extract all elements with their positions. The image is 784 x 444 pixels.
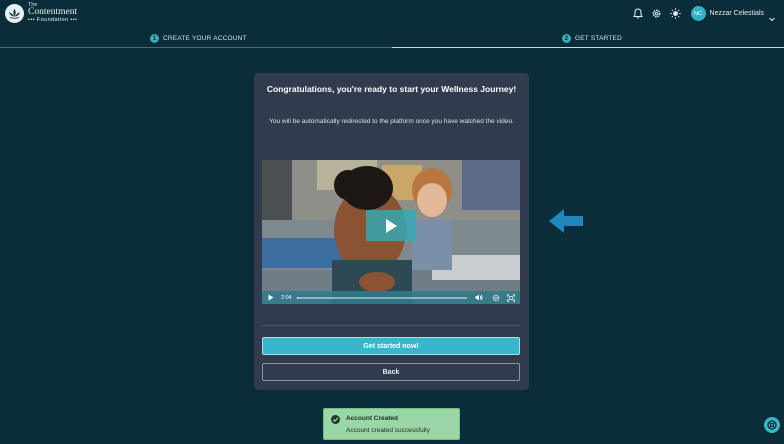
top-bar: The Contentment ••• Foundation ••• NC Ne… (0, 0, 784, 30)
video-controls: 2:04 (262, 291, 520, 304)
gear-icon[interactable] (651, 8, 663, 20)
toast-title: Account Created (346, 415, 399, 422)
card-title: Congratulations, you're ready to start y… (266, 84, 517, 94)
back-button[interactable]: Back (262, 363, 520, 381)
success-toast: Account Created Account created successf… (323, 408, 460, 440)
bell-icon[interactable] (632, 8, 644, 20)
video-player[interactable]: 2:04 (262, 160, 520, 304)
step-get-started: 2 GET STARTED (562, 34, 622, 43)
video-progress-fill (296, 296, 299, 299)
card-divider (262, 325, 520, 326)
step-label: CREATE YOUR ACCOUNT (163, 35, 247, 42)
video-time: 2:04 (281, 294, 292, 301)
lifebuoy-icon (767, 420, 777, 430)
check-circle-icon (331, 415, 340, 424)
header-actions: NC Nezzar Celestials (632, 6, 776, 21)
step-divider-1 (0, 47, 392, 48)
logo[interactable]: The Contentment ••• Foundation ••• (5, 3, 77, 23)
get-started-button[interactable]: Get started now! (262, 337, 520, 355)
video-progress-bar[interactable] (296, 296, 467, 299)
welcome-card: Congratulations, you're ready to start y… (254, 73, 529, 390)
arrow-left-icon (549, 209, 583, 233)
fullscreen-icon[interactable] (506, 293, 515, 302)
step-label: GET STARTED (575, 35, 622, 42)
step-divider-2 (392, 47, 784, 48)
help-button[interactable] (764, 417, 780, 433)
user-name[interactable]: Nezzar Celestials (710, 10, 764, 17)
play-icon (386, 218, 397, 233)
step-create-account: 1 CREATE YOUR ACCOUNT (150, 34, 247, 43)
chevron-down-icon[interactable] (768, 10, 776, 21)
play-button[interactable] (366, 210, 416, 241)
logo-text: The Contentment ••• Foundation ••• (28, 3, 77, 23)
card-description: You will be automatically redirected to … (269, 118, 514, 125)
avatar[interactable]: NC (690, 6, 706, 21)
volume-icon[interactable] (475, 294, 483, 302)
settings-gear-icon[interactable] (492, 294, 500, 302)
step-number: 1 (150, 34, 159, 43)
progress-steps: 1 CREATE YOUR ACCOUNT 2 GET STARTED (0, 30, 784, 52)
sun-icon[interactable] (670, 8, 682, 20)
logo-line3: ••• Foundation ••• (28, 16, 78, 23)
play-small-icon[interactable] (267, 294, 275, 302)
step-number: 2 (562, 34, 571, 43)
lotus-logo-icon (5, 3, 24, 23)
toast-message: Account created successfully (346, 427, 430, 434)
